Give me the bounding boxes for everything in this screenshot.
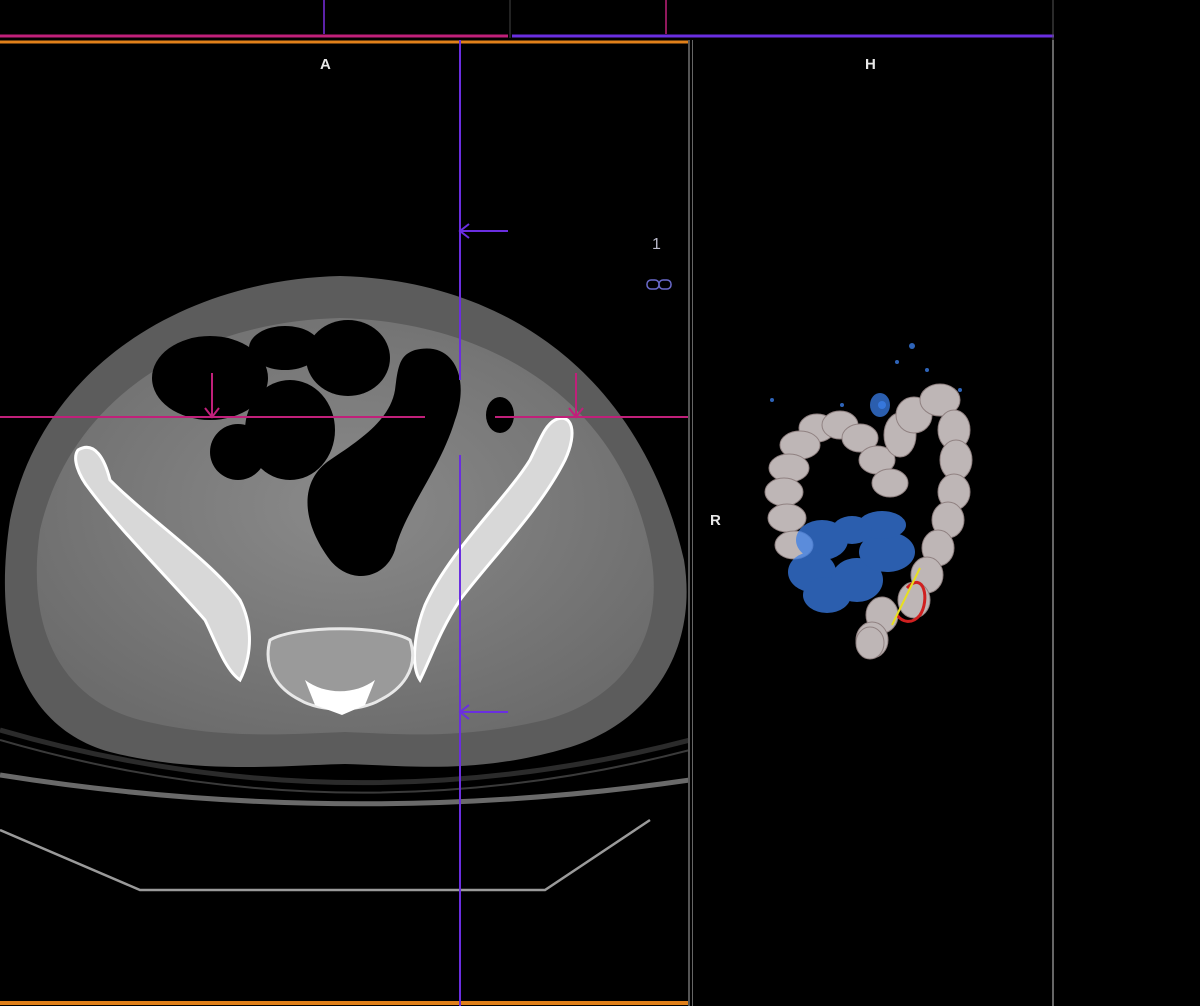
right-gutter (1056, 0, 1200, 1006)
bowel-gas-6 (486, 397, 514, 433)
top-series-strip (0, 0, 1054, 40)
volume-viewport-label: H (865, 56, 876, 73)
axial-ct-image[interactable] (0, 40, 690, 1006)
volume-3d-viewport[interactable]: H R (692, 40, 1054, 1006)
series-bars (0, 0, 1054, 40)
ct-table-base (0, 818, 651, 892)
bowel-gas-5 (210, 424, 266, 480)
crosshair-arrow-top[interactable] (458, 223, 508, 239)
link-icon[interactable] (646, 278, 674, 297)
orientation-marker-right: R (710, 512, 721, 529)
colon-3d-rendering[interactable] (692, 40, 1054, 1006)
ct-table-curve-3 (0, 772, 690, 807)
link-icon-glyph (646, 279, 672, 290)
axial-viewport-label: A (320, 56, 331, 73)
slice-number: 1 (652, 236, 661, 253)
bowel-gas-3 (306, 320, 390, 396)
axial-viewport[interactable]: A 1 (0, 40, 690, 1006)
